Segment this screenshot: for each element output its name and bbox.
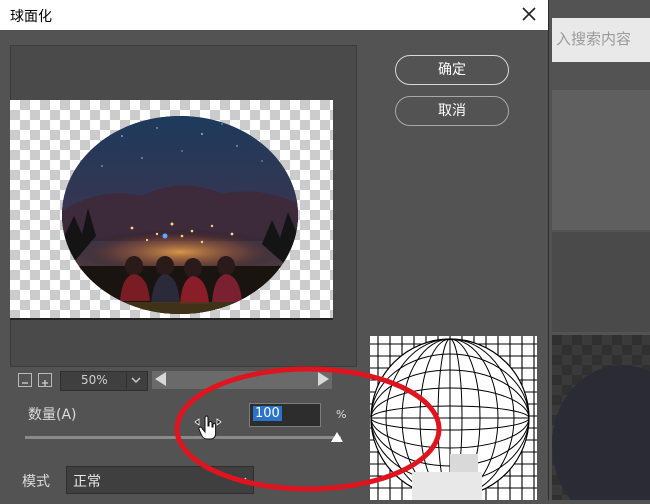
zoom-minus-icon[interactable]	[18, 373, 32, 387]
title-bar	[0, 0, 548, 30]
mode-label: 模式	[22, 474, 50, 490]
slider-thumb-icon[interactable]	[331, 432, 343, 442]
zoom-select[interactable]: 50%	[60, 371, 148, 391]
close-icon[interactable]	[520, 5, 538, 23]
zoom-value: 50%	[81, 373, 108, 387]
arrow-left-icon[interactable]	[155, 372, 166, 386]
sphere-grid-preview	[370, 336, 537, 500]
background-canvas	[552, 335, 650, 504]
amount-input[interactable]: 100	[249, 403, 321, 427]
amount-value: 100	[253, 406, 282, 421]
background-search-text: 入搜索内容	[556, 30, 632, 48]
mode-value: 正常	[73, 474, 101, 490]
preview-scrollbar[interactable]	[152, 371, 332, 389]
background-panel	[552, 90, 650, 230]
preview-divider	[10, 318, 333, 320]
amount-label: 数量(A)	[28, 407, 77, 423]
amount-slider[interactable]	[25, 436, 341, 439]
ok-button[interactable]: 确定	[395, 55, 509, 85]
chevron-down-icon[interactable]	[235, 473, 249, 490]
arrow-right-icon[interactable]	[318, 372, 329, 386]
spherized-photo	[62, 116, 298, 314]
zoom-plus-icon[interactable]	[38, 373, 52, 387]
background-panel-lower	[552, 232, 650, 332]
dialog-title: 球面化	[10, 9, 52, 25]
hand-cursor-icon	[193, 414, 223, 446]
chevron-down-icon[interactable]	[129, 373, 143, 390]
amount-unit: %	[336, 408, 347, 421]
sphere-grid-art	[370, 336, 537, 500]
preview-image[interactable]	[10, 100, 333, 318]
night-scene-art	[62, 116, 298, 314]
mode-select[interactable]: 正常	[66, 466, 254, 494]
background-canvas-art	[552, 335, 650, 504]
cancel-button[interactable]: 取消	[395, 96, 509, 126]
zoom-divider	[126, 373, 127, 389]
